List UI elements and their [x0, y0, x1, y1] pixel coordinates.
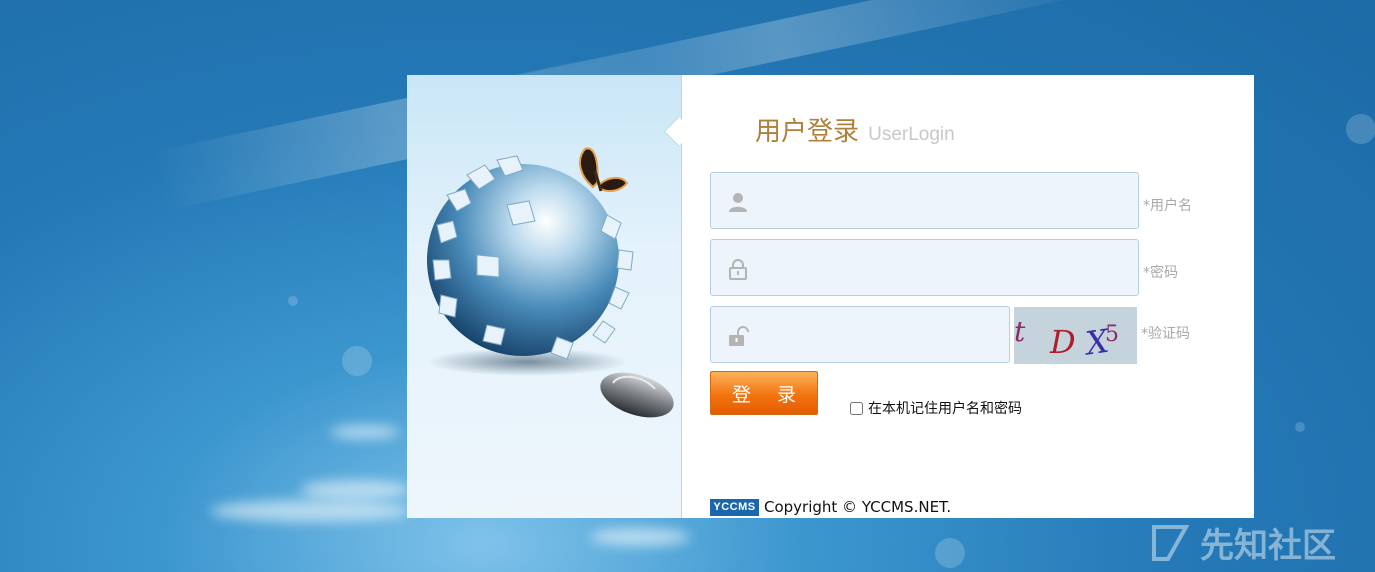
captcha-char: 5 [1105, 322, 1119, 347]
title-english: UserLogin [868, 124, 955, 145]
user-icon [729, 193, 747, 212]
unlock-icon [729, 326, 749, 346]
username-hint: *用户名 [1143, 198, 1192, 214]
login-panel: 用户登录 UserLogin *用户名 *密码 t D X 5 *验证码 登 录… [407, 75, 1254, 518]
password-field[interactable] [710, 239, 1139, 297]
captcha-hint: *验证码 [1141, 326, 1190, 342]
title-chinese: 用户登录 [755, 117, 860, 147]
logo-text: YCCMS [713, 501, 756, 513]
remember-label: 在本机记住用户名和密码 [868, 401, 1022, 417]
captcha-image[interactable]: t D X 5 [1014, 307, 1137, 364]
remember-option[interactable]: 在本机记住用户名和密码 [848, 398, 1022, 418]
captcha-char: t [1014, 315, 1026, 348]
remember-checkbox[interactable] [850, 401, 863, 415]
username-input[interactable] [755, 173, 1130, 230]
login-button[interactable]: 登 录 [710, 371, 818, 415]
watermark-logo-icon [1152, 524, 1190, 561]
login-title: 用户登录 UserLogin [755, 111, 955, 148]
butterfly-illustration [578, 147, 629, 192]
footer: YCCMS Copyright © YCCMS.NET. [710, 498, 951, 516]
globe-puzzle-illustration [427, 147, 674, 418]
mouse-illustration [600, 372, 674, 418]
lock-icon [729, 259, 747, 280]
password-hint: *密码 [1143, 265, 1178, 281]
copyright-text: Copyright © YCCMS.NET. [764, 498, 952, 516]
watermark: 先知社区 [1148, 518, 1336, 567]
password-input[interactable] [755, 240, 1130, 297]
yccms-logo: YCCMS [710, 498, 759, 516]
captcha-input[interactable] [755, 307, 1001, 364]
illustration-panel [407, 75, 682, 518]
captcha-char: D [1049, 323, 1076, 361]
watermark-text: 先知社区 [1200, 526, 1336, 566]
captcha-field[interactable] [710, 306, 1010, 364]
username-field[interactable] [710, 172, 1139, 230]
